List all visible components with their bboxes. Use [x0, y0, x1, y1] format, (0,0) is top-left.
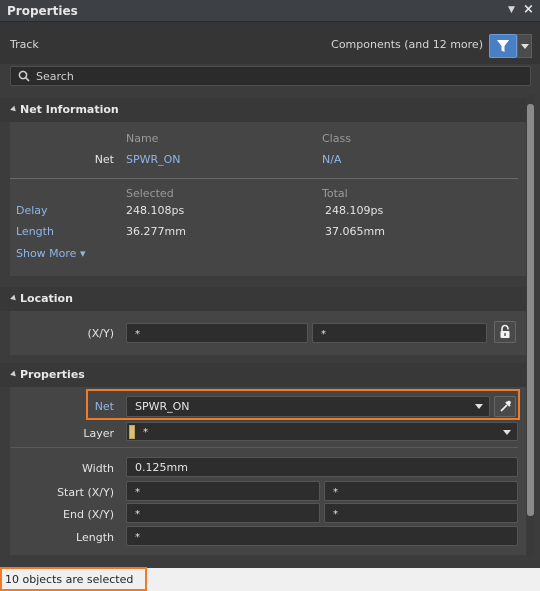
search-icon — [18, 70, 30, 82]
end-x-field[interactable]: * — [126, 503, 320, 523]
object-kind: Track — [10, 38, 39, 51]
delay-total-value: 248.109ps — [325, 204, 384, 217]
section-title: Location — [20, 292, 73, 305]
net-row-label: Net — [94, 153, 114, 166]
selection-filter-button[interactable] — [489, 34, 517, 58]
end-y-value: * — [333, 509, 338, 520]
location-y-value: * — [321, 329, 326, 340]
total-column-header: Total — [322, 187, 348, 200]
panel-title: Properties — [7, 4, 78, 18]
layer-select[interactable]: * — [126, 422, 518, 441]
unlock-icon — [500, 324, 510, 338]
layer-select-value: * — [143, 427, 148, 438]
object-header: Track Components (and 12 more) — [0, 22, 540, 64]
length-label[interactable]: Length — [16, 225, 54, 238]
selection-filter-label: Components (and 12 more) — [331, 38, 483, 51]
collapse-caret-icon — [10, 105, 18, 114]
net-class-link[interactable]: N/A — [322, 153, 341, 166]
vertical-scrollbar[interactable] — [527, 94, 534, 556]
track-length-label: Length — [76, 531, 114, 544]
location-y-field[interactable]: * — [312, 323, 487, 343]
name-column-header: Name — [126, 132, 159, 145]
divider — [10, 178, 518, 179]
width-label: Width — [82, 462, 114, 475]
start-xy-label: Start (X/Y) — [57, 486, 114, 499]
search-placeholder: Search — [36, 70, 74, 83]
show-more-link[interactable]: Show More ▾ — [16, 247, 85, 260]
start-y-field[interactable]: * — [324, 481, 518, 501]
net-name-link[interactable]: SPWR_ON — [126, 153, 181, 166]
end-y-field[interactable]: * — [324, 503, 518, 523]
class-column-header: Class — [322, 132, 351, 145]
width-field[interactable]: 0.125mm — [126, 457, 518, 477]
length-selected-value: 36.277mm — [126, 225, 186, 238]
funnel-icon — [497, 40, 509, 52]
close-icon[interactable]: × — [523, 2, 534, 17]
layer-color-swatch — [129, 425, 135, 439]
end-x-value: * — [135, 509, 140, 520]
delay-label[interactable]: Delay — [16, 204, 48, 217]
net-row-highlight — [86, 389, 520, 420]
collapse-caret-icon — [10, 294, 18, 303]
xy-label: (X/Y) — [87, 327, 114, 340]
end-xy-label: End (X/Y) — [63, 508, 114, 521]
lock-button[interactable] — [494, 321, 516, 343]
filter-dropdown-button[interactable] — [517, 34, 532, 58]
location-body: (X/Y) * * — [10, 311, 526, 355]
net-information-header[interactable]: Net Information — [0, 98, 526, 122]
collapse-caret-icon — [10, 370, 18, 379]
track-length-field[interactable]: * — [126, 526, 518, 546]
start-y-value: * — [333, 487, 338, 498]
selected-column-header: Selected — [126, 187, 174, 200]
net-information-body: Name Class Net SPWR_ON N/A Selected Tota… — [10, 122, 526, 276]
delay-selected-value: 248.108ps — [126, 204, 185, 217]
start-x-value: * — [135, 487, 140, 498]
location-header[interactable]: Location — [0, 287, 526, 311]
divider — [10, 447, 518, 448]
scrollbar-thumb[interactable] — [527, 104, 534, 516]
track-length-value: * — [135, 532, 140, 543]
chevron-down-icon — [503, 430, 511, 435]
chevron-down-icon — [521, 44, 529, 49]
section-title: Properties — [20, 368, 85, 381]
status-highlight — [0, 567, 147, 591]
search-input[interactable]: Search — [10, 66, 531, 86]
length-total-value: 37.065mm — [325, 225, 385, 238]
location-x-value: * — [135, 329, 140, 340]
start-x-field[interactable]: * — [126, 481, 320, 501]
title-bar: Properties ▼ × — [0, 0, 540, 22]
width-value: 0.125mm — [135, 461, 188, 474]
location-x-field[interactable]: * — [126, 323, 308, 343]
properties-header[interactable]: Properties — [0, 363, 526, 387]
layer-label: Layer — [83, 427, 114, 440]
properties-panel: Properties ▼ × Track Components (and 12 … — [0, 0, 540, 591]
panel-menu-icon[interactable]: ▼ — [508, 5, 515, 15]
section-title: Net Information — [20, 103, 119, 116]
